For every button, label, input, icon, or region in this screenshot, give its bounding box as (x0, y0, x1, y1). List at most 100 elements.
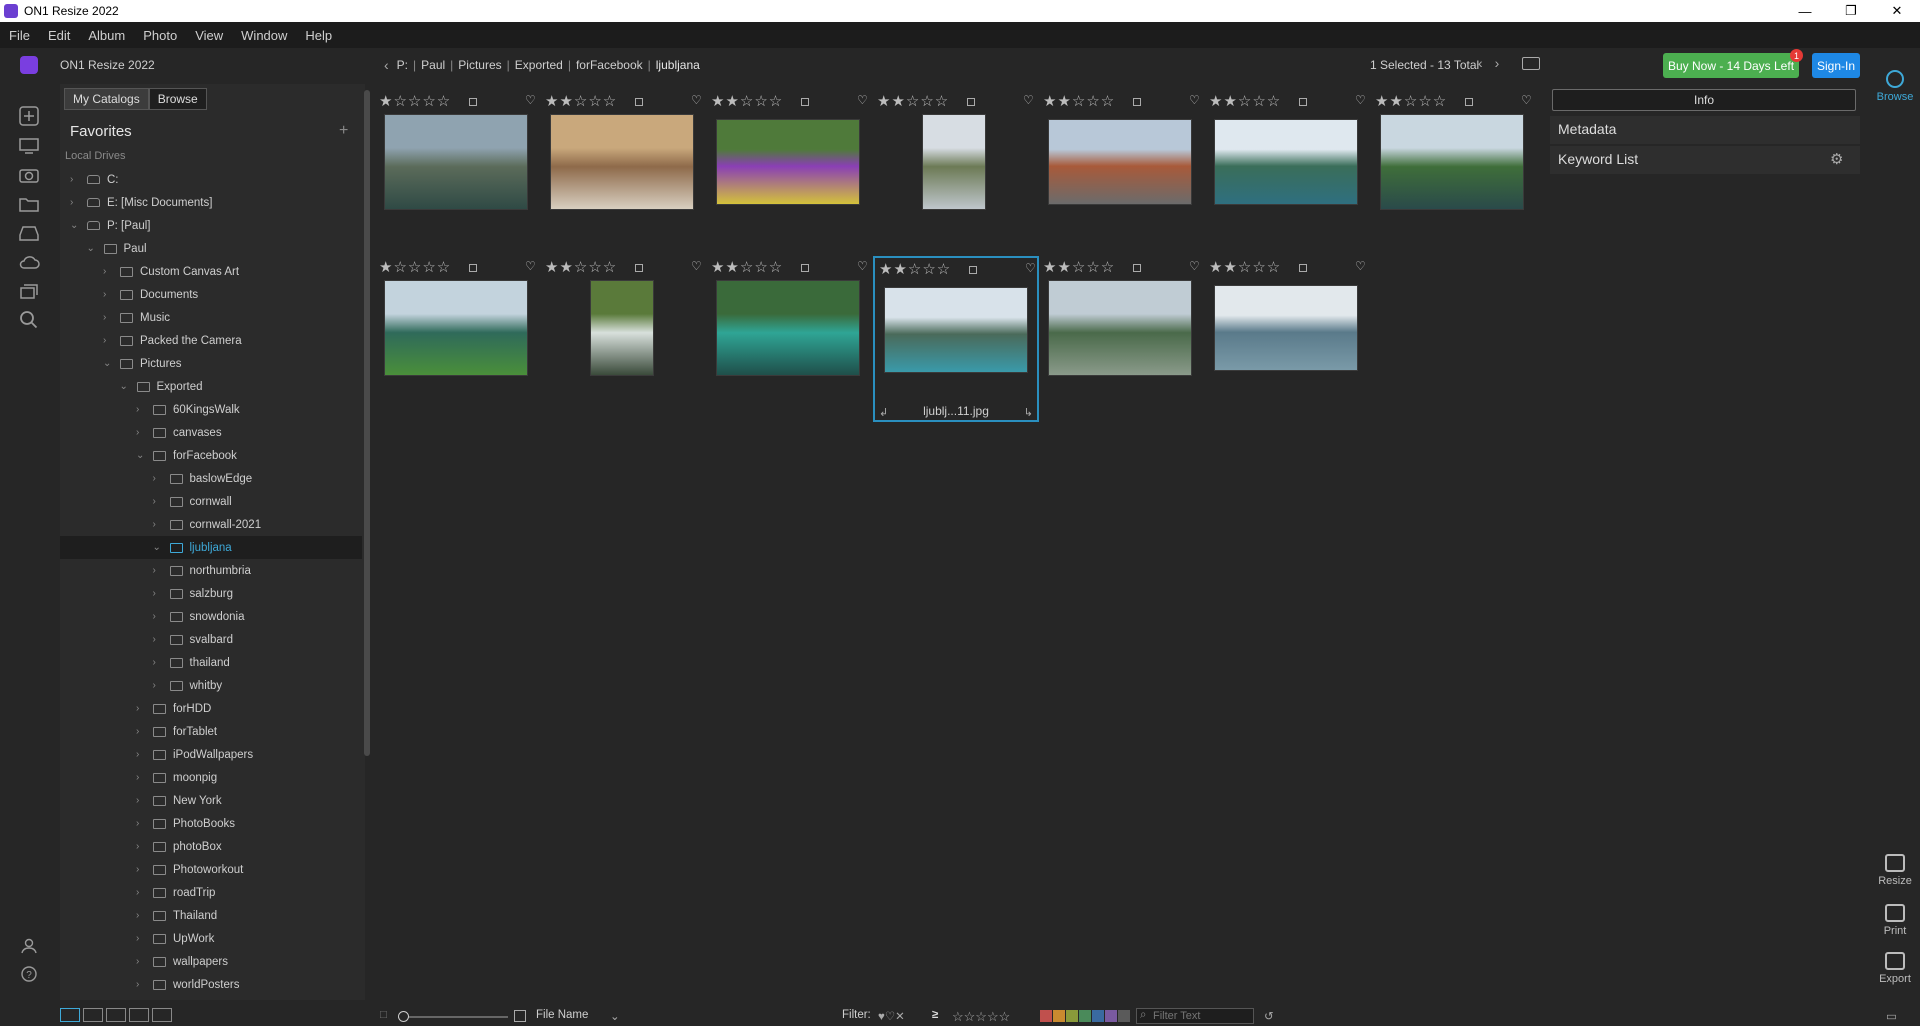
star-rating[interactable]: ★★☆☆☆ (711, 92, 783, 110)
tree-item[interactable]: › photoBox (60, 835, 362, 858)
chevron-right-icon[interactable]: › (153, 519, 163, 530)
module-resize[interactable]: Resize (1870, 854, 1920, 887)
heart-icon[interactable]: ♡ (1521, 93, 1532, 107)
tree-item[interactable]: › wallpapers (60, 950, 362, 973)
star-rating[interactable]: ★★☆☆☆ (1043, 92, 1115, 110)
add-favorite-icon[interactable]: + (339, 122, 348, 140)
thumbnail-cell[interactable]: ★☆☆☆☆ ♡ (375, 256, 541, 422)
photo-thumbnail[interactable] (884, 287, 1028, 373)
chevron-right-icon[interactable]: › (136, 887, 146, 898)
photo-thumbnail[interactable] (590, 280, 654, 376)
heart-icon[interactable]: ♡ (857, 259, 868, 273)
slider-handle[interactable] (398, 1011, 409, 1022)
tree-item[interactable]: › forHDD (60, 697, 362, 720)
thumbnail-cell[interactable]: ★★☆☆☆ ♡ (1039, 256, 1205, 422)
thumbnail-cell[interactable]: ★★☆☆☆ ♡ (707, 90, 873, 256)
heart-icon[interactable]: ♡ (525, 259, 536, 273)
albums-icon[interactable] (16, 279, 42, 303)
minimize-button[interactable]: — (1782, 0, 1828, 22)
tab-my-catalogs[interactable]: My Catalogs (64, 88, 149, 110)
star-filter-icon[interactable]: ☆☆☆☆☆ (952, 1009, 1010, 1025)
heart-icon[interactable]: ♡ (1355, 259, 1366, 273)
menu-help[interactable]: Help (296, 28, 341, 43)
compare-view-icon[interactable] (129, 1008, 149, 1022)
chevron-right-icon[interactable]: › (103, 312, 113, 323)
tree-item[interactable]: › canvases (60, 421, 362, 444)
chevron-right-icon[interactable]: › (136, 703, 146, 714)
heart-icon[interactable]: ♡ (525, 93, 536, 107)
thumbnail-cell[interactable]: ★★☆☆☆ ♡ (707, 256, 873, 422)
select-checkbox[interactable] (1133, 98, 1141, 106)
reset-icon[interactable]: ↺ (1264, 1009, 1274, 1023)
folder-icon[interactable] (16, 192, 42, 216)
close-button[interactable]: ✕ (1874, 0, 1920, 22)
chevron-right-icon[interactable]: › (153, 657, 163, 668)
chevron-down-icon[interactable]: ⌄ (87, 243, 97, 254)
photo-thumbnail[interactable] (1214, 285, 1358, 371)
tree-item[interactable]: › 60KingsWalk (60, 398, 362, 421)
tree-item[interactable]: ⌄ Pictures (60, 352, 362, 375)
chevron-right-icon[interactable]: › (153, 588, 163, 599)
breadcrumb-item[interactable]: Exported (515, 58, 563, 72)
tree-item[interactable]: › UpWork (60, 927, 362, 950)
photo-thumbnail[interactable] (922, 114, 986, 210)
user-icon[interactable] (16, 934, 42, 958)
breadcrumb-item[interactable]: Paul (421, 58, 445, 72)
sort-label[interactable]: File Name (536, 1009, 588, 1021)
chevron-right-icon[interactable]: › (136, 933, 146, 944)
heart-icon[interactable]: ♡ (1023, 93, 1034, 107)
chevron-right-icon[interactable]: › (136, 726, 146, 737)
breadcrumb-item[interactable]: forFacebook (576, 58, 643, 72)
thumbnail-size-slider[interactable] (398, 1016, 508, 1018)
next-chevron-icon[interactable]: › (1495, 55, 1500, 71)
tree-item[interactable]: › Documents (60, 283, 362, 306)
monitor-icon[interactable] (16, 134, 42, 158)
chevron-right-icon[interactable]: › (136, 910, 146, 921)
thumbnail-cell[interactable]: ★★☆☆☆ ♡ (541, 256, 707, 422)
chevron-right-icon[interactable]: › (136, 404, 146, 415)
chevron-right-icon[interactable]: › (136, 427, 146, 438)
chevron-right-icon[interactable]: › (136, 956, 146, 967)
photo-thumbnail[interactable] (1380, 114, 1524, 210)
heart-filter-icon[interactable]: ♥♡✕ (878, 1009, 905, 1023)
star-rating[interactable]: ★★☆☆☆ (1209, 258, 1281, 276)
previous-chevron-icon[interactable]: ‹ (1478, 55, 1483, 71)
thumbnail-cell[interactable]: ★★☆☆☆ ♡ (1371, 90, 1537, 256)
select-checkbox[interactable] (1465, 98, 1473, 106)
sort-dropdown-chevron-icon[interactable]: ⌄ (610, 1009, 620, 1023)
color-label-swatch[interactable] (1066, 1010, 1078, 1022)
star-rating[interactable]: ★★☆☆☆ (545, 92, 617, 110)
chevron-down-icon[interactable]: ⌄ (70, 220, 80, 231)
menu-edit[interactable]: Edit (39, 28, 79, 43)
thumbnail-cell[interactable]: ★☆☆☆☆ ♡ (375, 90, 541, 256)
tree-item[interactable]: › snowdonia (60, 605, 362, 628)
color-label-swatch[interactable] (1079, 1010, 1091, 1022)
select-checkbox[interactable] (1299, 264, 1307, 272)
select-checkbox[interactable] (967, 98, 975, 106)
tree-item[interactable]: › Photoworkout (60, 858, 362, 881)
star-rating[interactable]: ★★☆☆☆ (879, 260, 951, 278)
menu-file[interactable]: File (0, 28, 39, 43)
chevron-right-icon[interactable]: › (103, 289, 113, 300)
restore-button[interactable]: ❐ (1828, 0, 1874, 22)
tree-item[interactable]: › PhotoBooks (60, 812, 362, 835)
tree-item[interactable]: ⌄ Paul (60, 237, 362, 260)
chevron-right-icon[interactable]: › (70, 197, 80, 208)
photo-thumbnail[interactable] (1214, 119, 1358, 205)
chevron-right-icon[interactable]: › (70, 174, 80, 185)
info-tab[interactable]: Info (1552, 89, 1856, 111)
tree-item[interactable]: › whitby (60, 674, 362, 697)
tree-scrollbar[interactable] (364, 90, 370, 756)
tree-item[interactable]: ⌄ P: [Paul] (60, 214, 362, 237)
thumbnail-cell[interactable]: ★★☆☆☆ ♡ (873, 90, 1039, 256)
tree-item[interactable]: › moonpig (60, 766, 362, 789)
keyword-list-section[interactable]: Keyword List (1550, 146, 1860, 174)
select-checkbox[interactable] (1133, 264, 1141, 272)
gear-icon[interactable]: ⚙ (1830, 150, 1843, 168)
star-rating[interactable]: ★★☆☆☆ (877, 92, 949, 110)
greater-equal-icon[interactable]: ≥ (932, 1009, 938, 1021)
photo-thumbnail[interactable] (384, 114, 528, 210)
rotate-left-icon[interactable]: ↲ (879, 406, 888, 419)
search-icon[interactable] (16, 308, 42, 332)
tree-item[interactable]: › forTablet (60, 720, 362, 743)
